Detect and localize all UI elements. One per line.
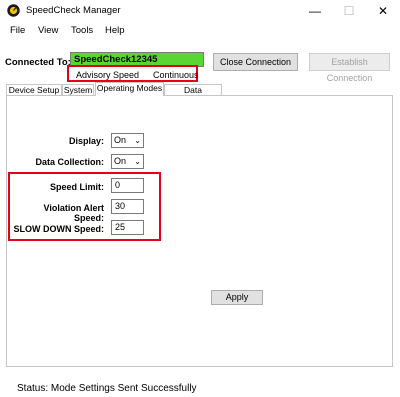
maximize-button[interactable]: ☐ <box>334 0 364 22</box>
title-bar: SpeedCheck Manager — ☐ ✕ <box>0 0 400 22</box>
apply-button[interactable]: Apply <box>211 290 263 305</box>
advisory-speed-label: Advisory Speed <box>76 70 140 80</box>
menu-view[interactable]: View <box>38 25 58 36</box>
data-collection-select[interactable]: On ⌄ <box>111 154 144 169</box>
violation-alert-speed-input[interactable]: 30 <box>111 199 144 214</box>
menu-bar: File View Tools Help <box>0 22 400 40</box>
chevron-down-icon: ⌄ <box>134 157 141 166</box>
slow-down-speed-input[interactable]: 25 <box>111 220 144 235</box>
display-select-value: On <box>114 135 127 145</box>
establish-connection-button[interactable]: Establish Connection <box>309 53 390 83</box>
menu-file[interactable]: File <box>10 25 25 36</box>
display-label: Display: <box>68 136 104 146</box>
tab-operating-modes[interactable]: Operating Modes <box>95 82 164 96</box>
speedcheck-app-icon <box>7 4 20 17</box>
close-window-button[interactable]: ✕ <box>368 0 398 22</box>
display-select[interactable]: On ⌄ <box>111 133 144 148</box>
menu-help[interactable]: Help <box>105 25 125 36</box>
connected-to-label: Connected To: <box>5 57 71 68</box>
speed-limit-input[interactable]: 0 <box>111 178 144 193</box>
violation-alert-speed-label: Violation Alert Speed: <box>43 203 104 223</box>
data-collection-label: Data Collection: <box>35 157 104 167</box>
close-connection-button[interactable]: Close Connection <box>213 53 298 71</box>
speed-limit-label: Speed Limit: <box>49 182 104 192</box>
continuous-mode-label: Continuous <box>153 70 199 80</box>
minimize-button[interactable]: — <box>300 0 330 22</box>
chevron-down-icon: ⌄ <box>134 136 141 145</box>
status-text: Status: Mode Settings Sent Successfully <box>17 383 197 394</box>
menu-tools[interactable]: Tools <box>71 25 93 36</box>
data-collection-select-value: On <box>114 156 127 166</box>
slow-down-speed-label: SLOW DOWN Speed: <box>13 224 105 234</box>
window-title: SpeedCheck Manager <box>26 5 121 16</box>
